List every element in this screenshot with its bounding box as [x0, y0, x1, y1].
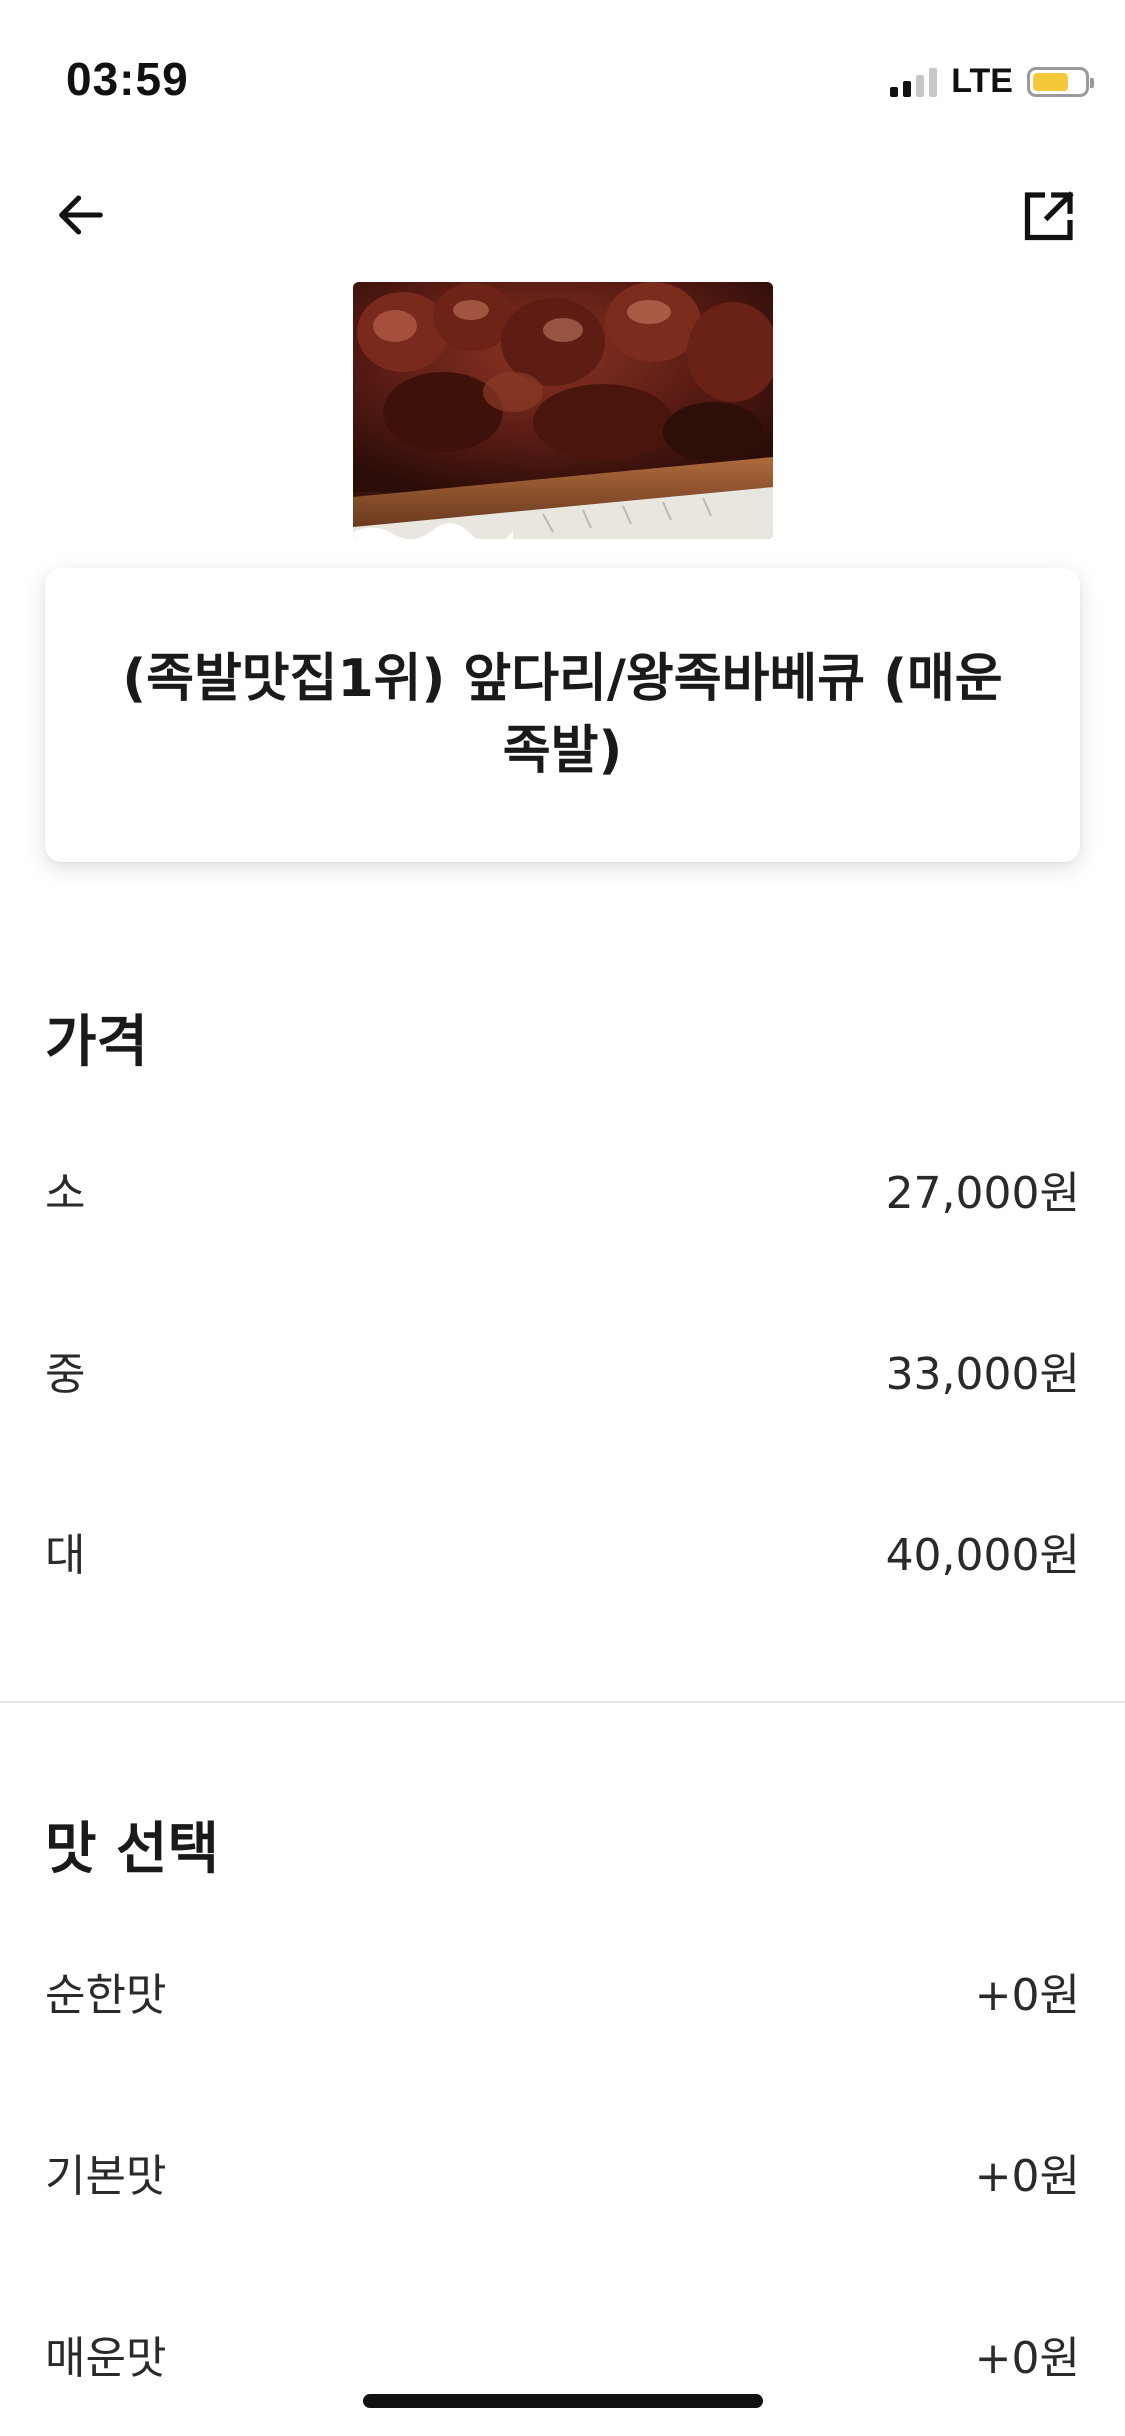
menu-image	[353, 282, 773, 539]
home-indicator	[363, 2394, 763, 2408]
signal-icon	[890, 67, 938, 97]
battery-icon	[1027, 66, 1094, 97]
flavor-option-regular[interactable]: 기본맛 +0원	[45, 2132, 1080, 2212]
option-label: 대	[45, 1530, 86, 1581]
option-label: 중	[45, 1349, 86, 1400]
price-option-medium[interactable]: 중 33,000원	[45, 1330, 1080, 1410]
flavor-option-mild[interactable]: 순한맛 +0원	[45, 1951, 1080, 2031]
menu-title: (족발맛집1위) 앞다리/왕족바베큐 (매운족발)	[122, 649, 1003, 781]
share-icon	[1024, 191, 1074, 241]
option-label: 매운맛	[45, 2333, 167, 2384]
flavor-option-spicy[interactable]: 매운맛 +0원	[45, 2314, 1080, 2394]
option-label: 기본맛	[45, 2151, 167, 2202]
menu-title-card: (족발맛집1위) 앞다리/왕족바베큐 (매운족발)	[45, 568, 1080, 862]
option-price: 40,000원	[885, 1530, 1080, 1581]
option-price: 33,000원	[885, 1349, 1080, 1400]
arrow-left-icon	[59, 195, 103, 235]
price-option-large[interactable]: 대 40,000원	[45, 1511, 1080, 1591]
network-label: LTE	[951, 62, 1013, 100]
status-time: 03:59	[66, 53, 189, 105]
food-photo	[353, 282, 773, 539]
status-bar: 03:59 LTE	[0, 0, 1125, 150]
price-option-small[interactable]: 소 27,000원	[45, 1149, 1080, 1229]
option-label: 순한맛	[45, 1970, 167, 2021]
flavor-section-title: 맛 선택	[45, 1817, 220, 1882]
option-price: +0원	[974, 1970, 1080, 2021]
share-button[interactable]	[1005, 170, 1095, 260]
section-divider	[0, 1701, 1125, 1703]
back-button[interactable]	[36, 170, 126, 260]
price-section-title: 가격	[45, 1010, 149, 1075]
option-label: 소	[45, 1168, 86, 1219]
option-price: 27,000원	[885, 1168, 1080, 1219]
status-indicators: LTE	[890, 62, 1094, 101]
option-price: +0원	[974, 2151, 1080, 2202]
option-price: +0원	[974, 2333, 1080, 2384]
